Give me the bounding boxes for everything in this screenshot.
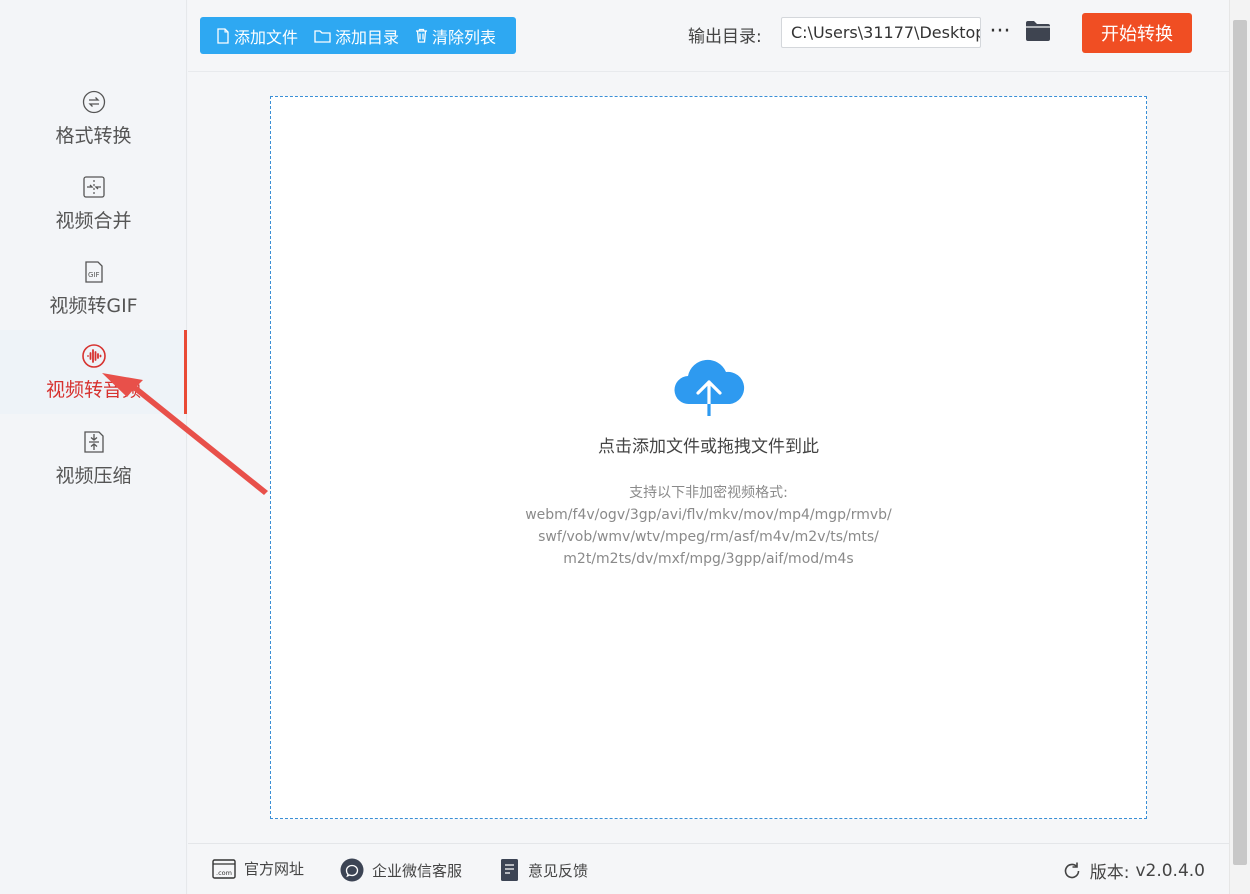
version-info[interactable]: 版本: v2.0.4.0: [1062, 858, 1205, 883]
compress-icon: [81, 429, 107, 455]
main-content: 点击添加文件或拖拽文件到此 支持以下非加密视频格式: webm/f4v/ogv/…: [188, 72, 1229, 843]
output-dir-label: 输出目录:: [688, 27, 762, 47]
sidebar-item-label: 视频转音频: [45, 378, 141, 401]
feedback-icon: [501, 859, 518, 881]
website-label: 官方网址: [244, 860, 305, 878]
sidebar-item-video-audio[interactable]: 视频转音频: [0, 330, 187, 414]
feedback-label: 意见反馈: [528, 861, 589, 880]
merge-icon: [81, 174, 107, 200]
file-icon: [217, 27, 229, 44]
more-options-button[interactable]: ···: [988, 18, 1012, 44]
version-value: v2.0.4.0: [1135, 860, 1205, 881]
add-file-button[interactable]: 添加文件: [210, 24, 304, 48]
open-folder-button[interactable]: [1024, 18, 1052, 44]
formats-line: webm/f4v/ogv/3gp/avi/flv/mkv/mov/mp4/mgp…: [525, 507, 892, 523]
website-icon: .com: [212, 858, 236, 879]
wechat-support-link[interactable]: 企业微信客服: [340, 858, 462, 882]
svg-text:GIF: GIF: [88, 271, 100, 279]
folder-icon: [314, 29, 331, 43]
sidebar-item-video-merge[interactable]: 视频合并: [0, 161, 187, 245]
gif-icon: GIF: [81, 259, 107, 285]
trash-icon: [416, 28, 428, 43]
format-convert-icon: [81, 89, 107, 115]
vertical-scrollbar[interactable]: [1229, 0, 1250, 894]
sidebar-item-video-compress[interactable]: 视频压缩: [0, 416, 187, 500]
sidebar-item-label: 视频压缩: [55, 464, 132, 487]
supported-formats: 支持以下非加密视频格式: webm/f4v/ogv/3gp/avi/flv/mk…: [271, 482, 1146, 570]
output-dir-field[interactable]: C:\Users\31177\Desktop: [781, 17, 981, 48]
formats-line: swf/vob/wmv/wtv/mpeg/rm/asf/m4v/m2v/ts/m…: [538, 529, 879, 545]
sidebar-item-label: 视频转GIF: [49, 294, 138, 317]
feedback-link[interactable]: 意见反馈: [500, 858, 588, 882]
audio-wave-icon: [81, 343, 107, 369]
cloud-upload-icon: [674, 359, 745, 418]
clear-list-button[interactable]: 清除列表: [409, 24, 502, 48]
sidebar-item-format-convert[interactable]: 格式转换: [0, 76, 187, 160]
refresh-icon: [1064, 862, 1080, 878]
file-drop-zone[interactable]: 点击添加文件或拖拽文件到此 支持以下非加密视频格式: webm/f4v/ogv/…: [270, 96, 1147, 819]
file-button-group: 添加文件 添加目录 清除列表: [200, 17, 517, 54]
wechat-icon: [340, 858, 364, 882]
start-convert-button[interactable]: 开始转换: [1082, 13, 1192, 53]
sidebar-item-video-gif[interactable]: GIF 视频转GIF: [0, 246, 187, 330]
scrollbar-thumb[interactable]: [1233, 20, 1247, 865]
add-folder-label: 添加目录: [335, 27, 400, 47]
wechat-label: 企业微信客服: [372, 861, 463, 880]
folder-icon: [1026, 21, 1050, 41]
official-website-link[interactable]: .com 官方网址: [212, 858, 304, 879]
svg-text:.com: .com: [216, 869, 232, 877]
toolbar: 添加文件 添加目录 清除列表 输出目录: C:\Users\31177\Desk…: [188, 0, 1229, 72]
sidebar-item-label: 视频合并: [55, 209, 132, 232]
clear-list-label: 清除列表: [432, 27, 497, 47]
footer: .com 官方网址 企业微信客服 意见反馈 版本: v2.0.4.0: [188, 843, 1229, 894]
sidebar-item-label: 格式转换: [55, 124, 132, 147]
drop-zone-title: 点击添加文件或拖拽文件到此: [598, 437, 819, 457]
formats-intro: 支持以下非加密视频格式:: [629, 485, 788, 501]
sidebar: 格式转换 视频合并 GIF 视频转GIF 视频转音频 视频压缩: [0, 0, 187, 894]
formats-line: m2t/m2ts/dv/mxf/mpg/3gpp/aif/mod/m4s: [563, 551, 854, 567]
version-label: 版本:: [1089, 863, 1130, 883]
add-folder-button[interactable]: 添加目录: [308, 24, 405, 48]
add-file-label: 添加文件: [234, 27, 299, 47]
